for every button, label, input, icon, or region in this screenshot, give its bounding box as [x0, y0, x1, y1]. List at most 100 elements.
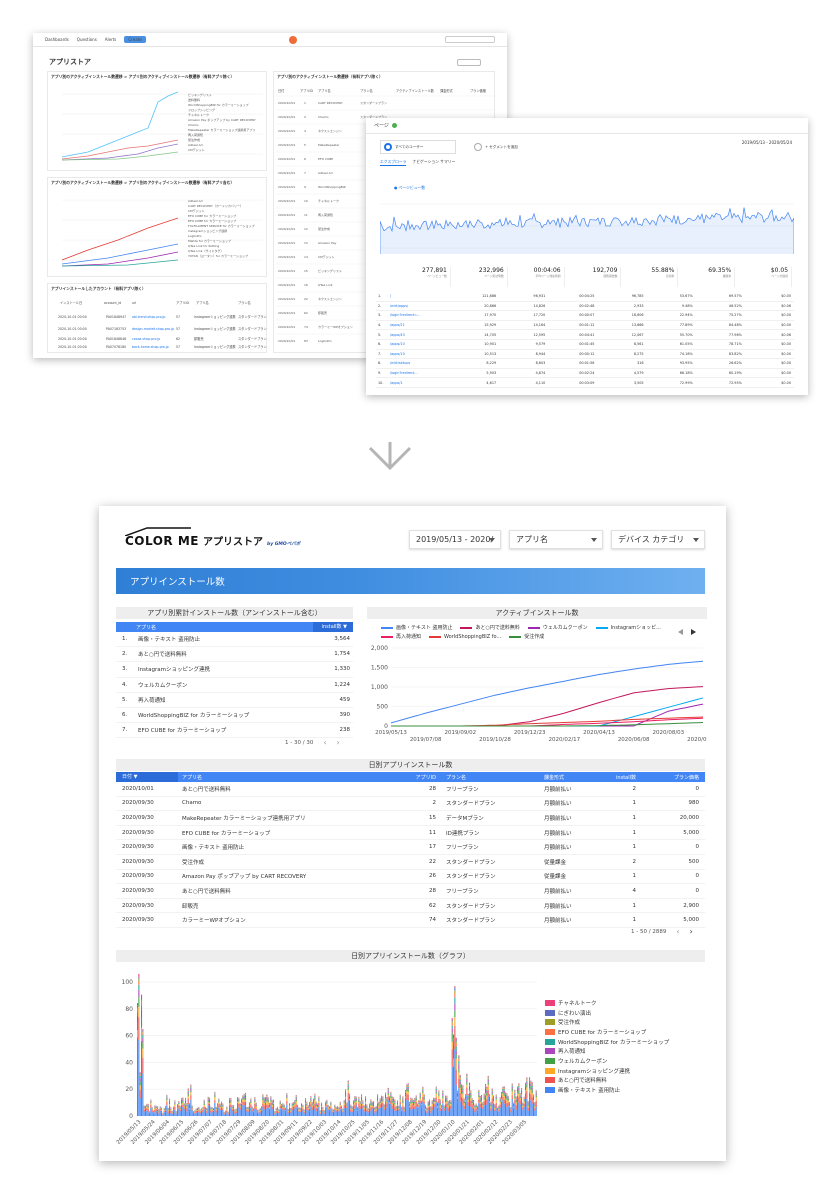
bar-segment: [382, 1102, 384, 1107]
date-range-filter[interactable]: 2019/05/13 - 2020/: [409, 530, 501, 549]
table-row[interactable]: 7. EFO CUBE for カラーミーショップ 238: [116, 723, 353, 739]
table-row[interactable]: 2020/09/30 カラーミーWPオプション 74 スタンダードプラン 月額前払い 1 5…: [116, 913, 705, 928]
segment-all-users[interactable]: すべてのユーザー: [380, 140, 456, 154]
table-row[interactable]: 5. 再入荷通知 459: [116, 693, 353, 708]
legend-item[interactable]: Instagramショッピング連携: [545, 1066, 669, 1076]
refresh-button[interactable]: [457, 59, 481, 66]
legend-item[interactable]: 画像・テキスト 盗用防止: [381, 623, 452, 632]
legend-item[interactable]: Instagramショッピ...: [595, 623, 661, 632]
table-row[interactable]: 1. 画像・テキスト 盗用防止 3,564: [116, 632, 353, 648]
legend-item[interactable]: にぎわい演出: [545, 1008, 669, 1018]
bar-segment: [209, 1103, 211, 1107]
col-app-name[interactable]: アプリ名: [116, 624, 313, 631]
app-name-filter[interactable]: アプリ名: [509, 530, 603, 549]
ga-table-row[interactable]: 4./apps/21 15,929 14,164 00:01:12 13,666 77.8…: [376, 321, 794, 331]
legend-next-icon[interactable]: [691, 629, 696, 635]
col-plan-price[interactable]: プラン価格: [640, 774, 705, 781]
col-app-id[interactable]: アプリID: [410, 774, 440, 781]
bar-segment: [231, 1111, 233, 1116]
legend-item[interactable]: EFO CUBE for カラーミーショップ: [545, 1027, 669, 1037]
cell: 8,229: [486, 361, 497, 366]
tab-navigation-summary[interactable]: ナビゲーション サマリー: [412, 159, 455, 166]
nav-dashboards[interactable]: Dashboards: [45, 37, 69, 42]
page-link[interactable]: /apps/10: [390, 352, 450, 356]
table-row[interactable]: 2020/09/30 Amazon Pay ポップアップ by CART RECO…: [116, 870, 705, 885]
table-row[interactable]: 4. ウェルカムクーポン 1,224: [116, 678, 353, 693]
ga-date-range[interactable]: 2019/05/13 - 2020/05/24: [742, 140, 792, 145]
bar-segment: [505, 1094, 507, 1095]
legend-prev-icon[interactable]: [678, 629, 683, 635]
col-billing-type[interactable]: 課金形式: [540, 774, 610, 781]
bar-segment: [533, 1100, 535, 1103]
create-button[interactable]: Create: [124, 36, 146, 43]
ga-table-row[interactable]: 1./121,686 96,931 00:04:25 96,785 53.67% 69.5…: [376, 292, 794, 302]
legend-item[interactable]: 画像・テキスト 盗用防止: [545, 1085, 669, 1095]
bar-segment: [295, 1107, 297, 1116]
add-segment[interactable]: + セグメントを追加: [474, 140, 530, 154]
legend-item[interactable]: 再入荷通知: [545, 1046, 669, 1056]
col-install-count[interactable]: install数: [610, 774, 640, 781]
page-link[interactable]: /login?redirect=...: [390, 313, 450, 317]
table-row[interactable]: 2020/09/30 Chamo 2 スタンダードプラン 月額前払い 1 980: [116, 797, 705, 812]
bar-segment: [505, 1098, 507, 1101]
page-link[interactable]: /mkt/setups: [390, 361, 450, 365]
bar-segment: [199, 1111, 201, 1113]
legend-item[interactable]: チャネルトーク: [545, 998, 669, 1008]
table-row[interactable]: 3. Instagramショッピング連携 1,330: [116, 662, 353, 678]
table-row[interactable]: 2020/09/30 EFO CUBE for カラーミーショップ 11 ID連携プラ…: [116, 826, 705, 841]
page-link[interactable]: /mkt/apps/: [390, 304, 450, 308]
page-link[interactable]: /apps/21: [390, 323, 450, 327]
nav-questions[interactable]: Questions: [77, 37, 97, 42]
table-row[interactable]: 2020/10/01 あと○円で送料無料 28 フリープラン 月額前払い 2 0: [116, 782, 705, 797]
table-row[interactable]: 2020/09/30 MakeRepeater カラーミーショップ連携用アプリ 15…: [116, 811, 705, 826]
col-date[interactable]: 日付 ▼: [116, 772, 178, 782]
svg-text:2020/10/01: 2020/10/01: [278, 213, 295, 217]
ga-table-row[interactable]: 5./apps/43 14,705 12,595 00:04:41 12,067 55.7…: [376, 330, 794, 340]
table-row[interactable]: 2. あと○円で送料無料 1,754: [116, 647, 353, 663]
table-row[interactable]: 2020/09/30 あと○円で送料無料 28 フリープラン 月額前払い 4 0: [116, 884, 705, 899]
legend-item[interactable]: あと○円で送料無料: [460, 623, 520, 632]
legend-item[interactable]: ウェルカムクーポン: [545, 1056, 669, 1066]
ga-table-row[interactable]: 10./apps/1 4,617 4,110 00:03:09 3,505 72.99% 7…: [376, 378, 794, 388]
nav-alerts[interactable]: Alerts: [105, 37, 117, 42]
next-page-icon[interactable]: ›: [690, 927, 693, 936]
legend-item[interactable]: 受注作成: [545, 1017, 669, 1027]
prev-page-icon[interactable]: ‹: [323, 738, 326, 747]
bar-segment: [506, 1093, 508, 1094]
page-link[interactable]: /login?redirect...: [390, 371, 450, 375]
bar-segment: [143, 1109, 145, 1112]
page-link[interactable]: /apps/1: [390, 381, 450, 385]
bar-segment: [421, 1102, 423, 1104]
table-row[interactable]: 2020/09/30 卸販売 62 スタンダードプラン 月額前払い 1 2,900: [116, 899, 705, 914]
ga-table-row[interactable]: 9./login?redirect... 5,903 4,874 00:02:24 4,…: [376, 369, 794, 379]
table-row[interactable]: 2020/09/30 画像・テキスト 盗用防止 17 フリープラン 月額前払い 1 0: [116, 840, 705, 855]
ga-table-row[interactable]: 8./mkt/setups 8,229 8,603 00:01:56 316 93.95%…: [376, 359, 794, 369]
table-row[interactable]: 2020/09/30 受注作成 22 スタンダードプラン 従量課金 2 500: [116, 855, 705, 870]
ga-table-row[interactable]: 6./apps/10 10,901 9,579 00:01:45 8,561 61.05%…: [376, 340, 794, 350]
legend-item[interactable]: WorldShoppingBIZ for カラーミーショップ: [545, 1037, 669, 1047]
bar-segment: [142, 1073, 144, 1116]
col-app-name[interactable]: アプリ名: [178, 774, 410, 781]
page-link[interactable]: /apps/10: [390, 342, 450, 346]
col-plan-name[interactable]: プラン名: [440, 774, 540, 781]
legend-item[interactable]: あと○円で送料無料: [545, 1076, 669, 1086]
device-category-filter[interactable]: デバイス カテゴリ: [611, 530, 705, 549]
search-input[interactable]: [445, 36, 495, 43]
y-tick-label: 0: [384, 723, 388, 730]
ga-table-row[interactable]: 7./apps/10 10,513 8,944 00:00:12 8,275 74.18%…: [376, 350, 794, 360]
page-link[interactable]: /apps/43: [390, 333, 450, 337]
tab-explorer[interactable]: エクスプローラ: [380, 159, 407, 166]
prev-page-icon[interactable]: ‹: [676, 927, 679, 936]
table-row[interactable]: 6. WorldShoppingBIZ for カラーミーショップ 390: [116, 708, 353, 724]
bar-segment: [531, 1084, 533, 1086]
bar-segment: [345, 1092, 347, 1095]
legend-item[interactable]: ウェルカムクーポン: [527, 623, 588, 632]
ga-table-row[interactable]: 3./login?redirect=... 17,970 17,720 00:00:0…: [376, 311, 794, 321]
legend-pager[interactable]: [677, 628, 701, 636]
bar-segment: [343, 1103, 345, 1105]
bar-segment: [349, 1104, 351, 1116]
next-page-icon[interactable]: ›: [337, 738, 340, 747]
ga-table-row[interactable]: 2./mkt/apps/20,866 14,826 00:02:48 2,933 9.4…: [376, 302, 794, 312]
page-link[interactable]: /: [390, 294, 450, 298]
col-install-count[interactable]: install数 ▼: [313, 622, 353, 632]
